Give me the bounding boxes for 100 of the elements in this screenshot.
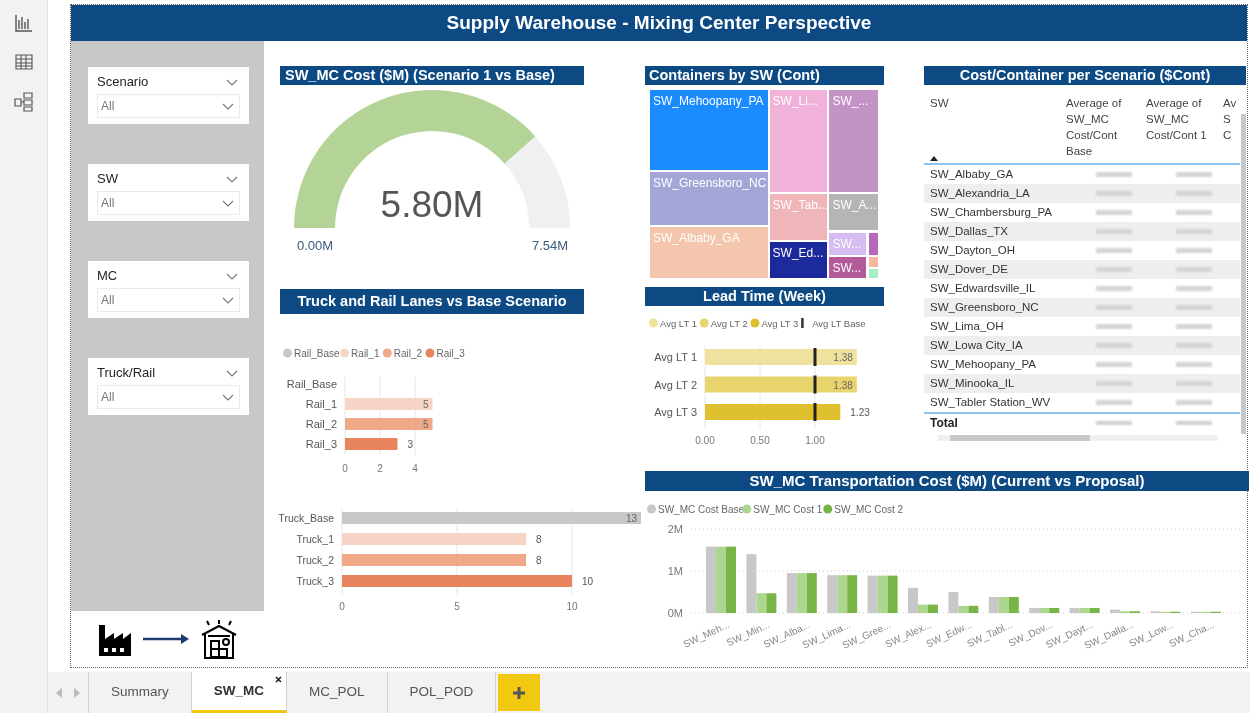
- table-cell-text: SW_Lima_OH: [929, 318, 1005, 334]
- category-label: Avg LT 1: [654, 351, 697, 363]
- legend-item: Rail_Base: [283, 348, 340, 359]
- blurred-value: [1096, 362, 1132, 367]
- dropdown[interactable]: All: [97, 94, 240, 118]
- ref-line-label: Avg LT Base: [812, 318, 866, 329]
- table-cell-text: SW_Lowa City_IA: [929, 337, 1024, 353]
- legend-label: Avg LT 2: [710, 318, 748, 329]
- data-label: 13: [625, 513, 637, 524]
- axis-tick-label: 0: [342, 463, 348, 474]
- table-icon[interactable]: [14, 54, 33, 70]
- legend-label: Avg LT 1: [660, 318, 697, 329]
- blurred-value: [1176, 267, 1212, 272]
- category-label: Rail_Base: [286, 378, 337, 390]
- chart-title: Truck and Rail Lanes vs Base Scenario: [280, 289, 584, 314]
- axis-tick-label: 5: [454, 601, 460, 612]
- bar: [766, 593, 777, 613]
- bar: [345, 438, 398, 450]
- blurred-value: [1176, 381, 1212, 386]
- category-label: Truck_3: [296, 575, 334, 587]
- data-label: 8: [536, 555, 542, 566]
- blurred-value: [1096, 343, 1132, 348]
- data-label: 1.38: [833, 352, 853, 363]
- treemap-tile[interactable]: SW...: [828, 256, 868, 279]
- blurred-value: [1176, 362, 1212, 367]
- page-tab[interactable]: Summary: [89, 672, 192, 713]
- axis-tick-label: 1.00: [805, 435, 825, 446]
- blurred-value: [1176, 248, 1212, 253]
- legend-label: Rail_1: [351, 348, 380, 359]
- blurred-value: [1096, 421, 1132, 425]
- close-icon[interactable]: [275, 676, 282, 683]
- legend-item: Rail_3: [425, 348, 465, 359]
- table-cell-text: SW_Dayton_OH: [929, 242, 1016, 258]
- treemap-tile[interactable]: SW_Mehoopany_PA: [649, 89, 769, 171]
- report-title: Supply Warehouse - Mixing Center Perspective: [71, 5, 1247, 41]
- dropdown[interactable]: All: [97, 288, 240, 312]
- bar: [877, 575, 888, 613]
- legend-label: Avg LT 3: [761, 318, 799, 329]
- data-label: 3: [407, 439, 414, 450]
- scrollbar-thumb[interactable]: [950, 435, 1090, 441]
- add-page-button[interactable]: [498, 674, 541, 711]
- column-header[interactable]: SW: [930, 95, 1060, 111]
- chart-title: Containers by SW (Cont): [645, 66, 884, 85]
- category-label: Truck_1: [296, 533, 334, 545]
- category-label: Avg LT 2: [654, 378, 697, 391]
- table-cell-text: SW_Tabler Station_WV: [929, 394, 1052, 410]
- warehouse-icon: [199, 619, 239, 659]
- page-tab[interactable]: POL_POD: [387, 672, 497, 713]
- data-label: 1.23: [850, 407, 870, 418]
- page-tab[interactable]: MC_POL: [287, 672, 388, 713]
- chart-title: Cost/Container per Scenario ($Cont): [924, 66, 1246, 85]
- dropdown[interactable]: All: [97, 191, 240, 215]
- chevron-down-icon: [226, 272, 238, 280]
- total-label: Total: [929, 415, 959, 432]
- report-view-icon[interactable]: [14, 14, 33, 32]
- horizontal-scrollbar[interactable]: [938, 435, 1218, 441]
- treemap-tile[interactable]: [867, 267, 879, 279]
- chevron-down-icon: [226, 369, 238, 377]
- vertical-scrollbar[interactable]: [1241, 114, 1246, 434]
- data-label: 1.38: [833, 379, 853, 391]
- legend-item: SW_MC Cost Base: [647, 504, 745, 515]
- column-header[interactable]: Average of SW_MC Cost/Cont 1: [1146, 95, 1220, 143]
- axis-tick-label: 0M: [667, 607, 683, 619]
- column-header[interactable]: Average of SW_MC Cost/Cont Base: [1066, 95, 1140, 159]
- legend-label: Rail_2: [393, 348, 423, 359]
- scroll-left-icon[interactable]: [56, 687, 62, 698]
- blurred-value: [1096, 400, 1132, 405]
- dropdown[interactable]: All: [97, 385, 240, 409]
- chart-title: Lead Time (Week): [645, 287, 884, 306]
- blurred-value: [1096, 210, 1132, 215]
- slicer-title: Scenario: [97, 73, 149, 92]
- table-cell-text: SW_Chambersburg_PA: [929, 204, 1053, 220]
- column-header[interactable]: Av S C: [1223, 95, 1240, 143]
- legend-item: SW_MC Cost 2: [823, 504, 904, 515]
- category-label: Truck_Base: [278, 512, 334, 524]
- axis-tick-label: 0: [339, 601, 345, 612]
- treemap-tile[interactable]: [867, 231, 879, 257]
- blurred-value: [1176, 286, 1212, 291]
- table-cell-text: SW_Edwardsville_IL: [929, 280, 1037, 296]
- axis-tick-label: 1M: [667, 565, 683, 577]
- data-label: 5: [422, 419, 429, 430]
- model-view-icon[interactable]: [13, 92, 34, 112]
- bar: [998, 597, 1009, 613]
- table-cell-text: SW_Mehoopany_PA: [929, 356, 1037, 372]
- bar: [928, 604, 938, 613]
- treemap-tile[interactable]: SW_Ed...: [768, 241, 829, 279]
- blurred-value: [1096, 172, 1132, 177]
- page-tab[interactable]: SW_MC: [191, 672, 287, 713]
- treemap-tile[interactable]: SW_...: [828, 89, 879, 193]
- arrow-icon: [143, 634, 189, 644]
- blurred-value: [1096, 381, 1132, 386]
- data-label: 10: [582, 576, 594, 587]
- legend-item: Rail_1: [340, 348, 380, 359]
- blurred-value: [1096, 305, 1132, 310]
- blurred-value: [1096, 267, 1132, 272]
- blurred-value: [1176, 305, 1212, 310]
- scroll-right-icon[interactable]: [74, 687, 80, 698]
- chevron-down-icon: [222, 199, 234, 207]
- blurred-value: [1176, 400, 1212, 405]
- treemap-tile[interactable]: [867, 256, 879, 268]
